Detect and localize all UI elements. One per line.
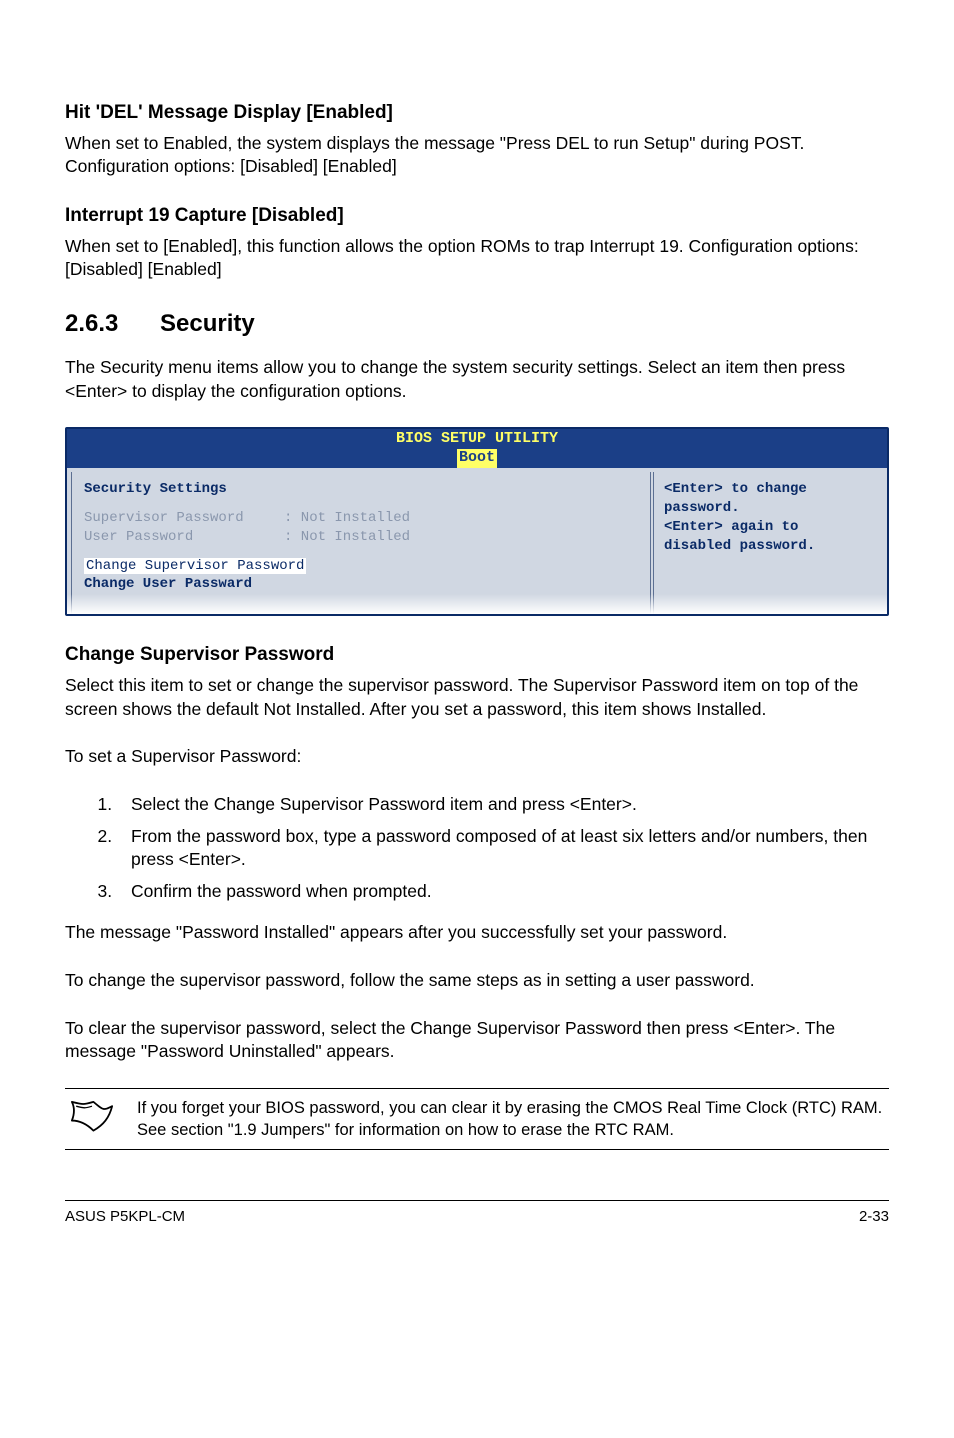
heading-int19: Interrupt 19 Capture [Disabled] (65, 203, 889, 229)
bios-row-change-supervisor: Change Supervisor Password (84, 557, 638, 576)
bios-row-user: User Password: Not Installed (84, 528, 638, 547)
csp-p2: To set a Supervisor Password: (65, 745, 889, 769)
bios-help-line: <Enter> again to (664, 518, 873, 537)
bios-row-supervisor-label: Supervisor Password (84, 509, 284, 528)
bios-row-user-value: : Not Installed (284, 529, 410, 545)
list-item: Select the Change Supervisor Password it… (117, 793, 889, 817)
bios-selected-item: Change Supervisor Password (84, 558, 306, 574)
heading-hit-del: Hit 'DEL' Message Display [Enabled] (65, 100, 889, 126)
bios-header-title: BIOS SETUP UTILITY (67, 430, 887, 449)
bios-row-user-label: User Password (84, 528, 284, 547)
bios-help-pane: <Enter> to change password. <Enter> agai… (653, 472, 883, 614)
note-icon (69, 1099, 115, 1140)
csp-p4: To change the supervisor password, follo… (65, 969, 889, 993)
bios-body: Security Settings Supervisor Password: N… (67, 468, 887, 614)
csp-steps-list: Select the Change Supervisor Password it… (117, 793, 889, 904)
bios-help-line: disabled password. (664, 537, 873, 556)
csp-p3: The message "Password Installed" appears… (65, 921, 889, 945)
bios-screenshot: BIOS SETUP UTILITY Boot Security Setting… (65, 427, 889, 616)
bios-left-pane: Security Settings Supervisor Password: N… (71, 472, 651, 614)
text-int19: When set to [Enabled], this function all… (65, 235, 889, 282)
list-item: Confirm the password when prompted. (117, 880, 889, 904)
page-footer: ASUS P5KPL-CM 2-33 (65, 1200, 889, 1227)
note-text: If you forget your BIOS password, you ca… (137, 1097, 885, 1142)
section-hit-del: Hit 'DEL' Message Display [Enabled] When… (65, 100, 889, 179)
section-int19: Interrupt 19 Capture [Disabled] When set… (65, 203, 889, 282)
bios-security-settings-label: Security Settings (84, 480, 638, 499)
csp-p1: Select this item to set or change the su… (65, 674, 889, 721)
section-number: 2.6.3 (65, 308, 160, 340)
footer-right: 2-33 (859, 1207, 889, 1227)
section-intro: The Security menu items allow you to cha… (65, 356, 889, 403)
bios-header-tab: Boot (457, 449, 497, 468)
bios-row-change-user: Change User Passward (84, 575, 638, 594)
footer-left: ASUS P5KPL-CM (65, 1207, 185, 1227)
text-hit-del: When set to Enabled, the system displays… (65, 132, 889, 179)
bios-help-line: password. (664, 499, 873, 518)
note-box: If you forget your BIOS password, you ca… (65, 1088, 889, 1151)
section-title: Security (160, 310, 255, 337)
bios-header: BIOS SETUP UTILITY Boot (67, 429, 887, 468)
csp-p5: To clear the supervisor password, select… (65, 1017, 889, 1064)
list-item: From the password box, type a password c… (117, 825, 889, 872)
bios-help-line: <Enter> to change (664, 480, 873, 499)
heading-csp: Change Supervisor Password (65, 642, 889, 668)
section-number-title: 2.6.3Security (65, 308, 889, 340)
bios-row-supervisor: Supervisor Password: Not Installed (84, 509, 638, 528)
bios-row-supervisor-value: : Not Installed (284, 510, 410, 526)
